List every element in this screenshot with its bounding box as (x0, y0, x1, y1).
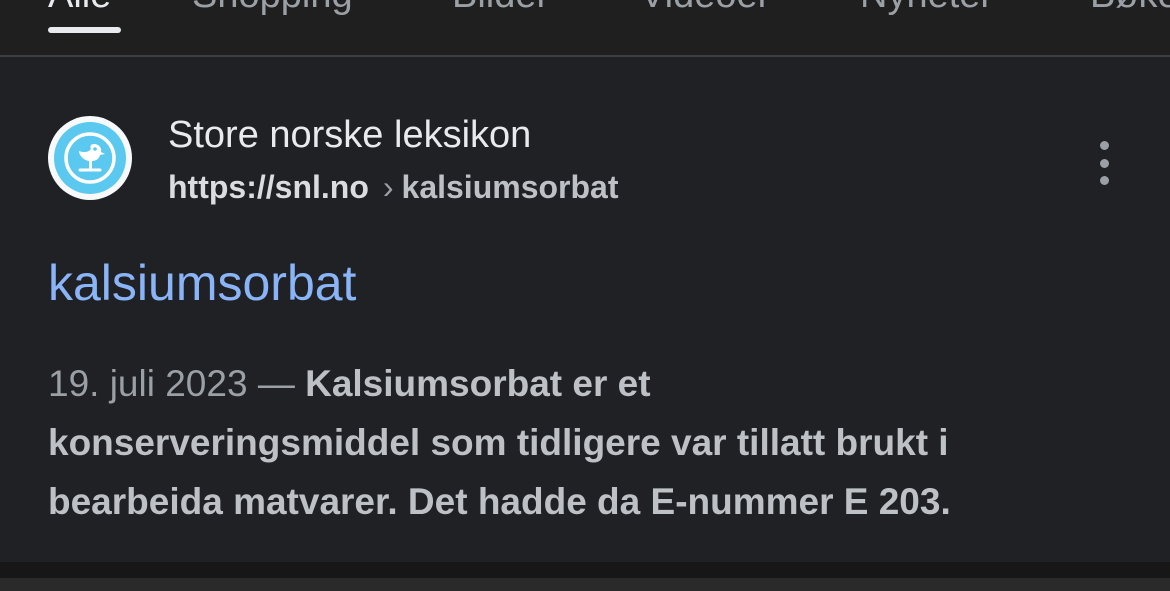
result-snippet: 19. juli 2023 — Kalsiumsorbat er et kons… (48, 354, 1138, 531)
result-date: 19. juli 2023 (48, 363, 248, 404)
result-url-path: kalsiumsorbat (401, 169, 619, 205)
tab-videos[interactable]: Videoer (640, 0, 770, 17)
ellipsis-dot (1099, 141, 1109, 150)
result-breadcrumb-url[interactable]: https://snl.no › kalsiumsorbat (168, 168, 618, 206)
tab-images[interactable]: Bilder (452, 0, 549, 17)
search-result-card: Store norske leksikon https://snl.no › kal… (0, 57, 1170, 562)
ellipsis-dot (1099, 176, 1109, 185)
snippet-line: bearbeida matvarer. Det hadde da E-numme… (48, 481, 951, 522)
breadcrumb-separator: › (382, 169, 394, 205)
result-title-link[interactable]: kalsiumsorbat (48, 254, 356, 312)
results-divider (0, 562, 1170, 591)
tab-books[interactable]: Bøker (1090, 0, 1170, 17)
snl-bird-icon[interactable] (48, 116, 132, 200)
date-separator: — (247, 363, 306, 404)
tab-all[interactable]: Alle (48, 0, 111, 17)
tab-shopping[interactable]: Shopping (192, 0, 353, 17)
favicon-graphic (54, 122, 126, 194)
active-tab-indicator (48, 27, 121, 33)
vertical-ellipsis-icon[interactable] (1088, 141, 1120, 185)
tab-news[interactable]: Nyheter (860, 0, 993, 17)
snippet-text: Kalsiumsorbat er et (305, 363, 651, 404)
result-site-name[interactable]: Store norske leksikon (168, 113, 531, 157)
ellipsis-dot (1099, 158, 1109, 168)
result-domain: https://snl.no (168, 169, 369, 205)
search-results-page: Alle Shopping Bilder Videoer Nyheter Bøk… (0, 0, 1170, 591)
snippet-line: 19. juli 2023 — Kalsiumsorbat er et (48, 354, 1138, 413)
search-tabs: Alle Shopping Bilder Videoer Nyheter Bøk… (0, 0, 1170, 55)
next-card-edge (0, 578, 1170, 591)
snippet-line: konserveringsmiddel som tidligere var ti… (48, 422, 949, 463)
